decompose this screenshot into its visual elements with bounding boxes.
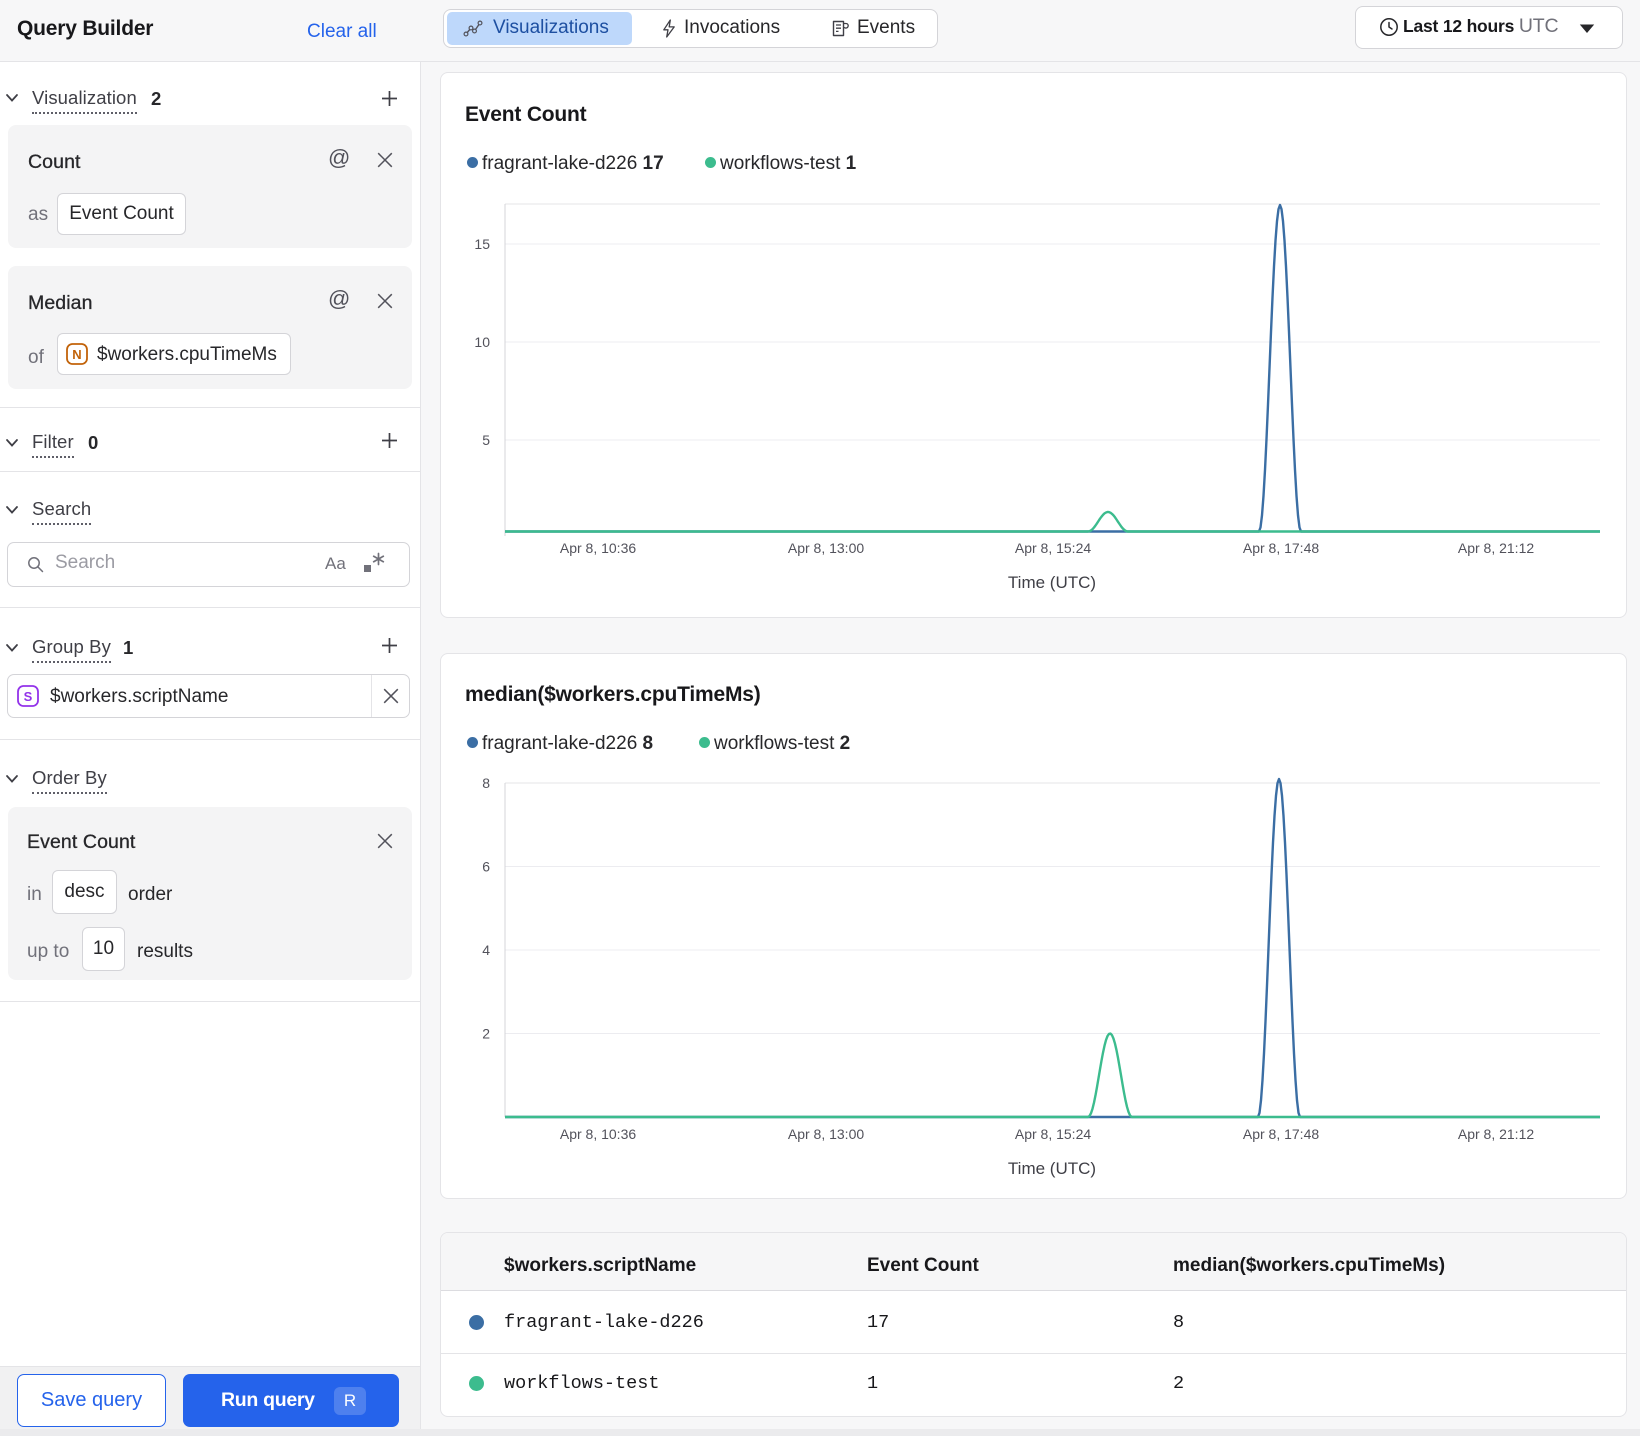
svg-text:Apr 8, 21:12: Apr 8, 21:12	[1458, 540, 1534, 556]
svg-text:Time (UTC): Time (UTC)	[1008, 1159, 1096, 1178]
svg-text:10: 10	[474, 334, 490, 350]
svg-text:Apr 8, 15:24: Apr 8, 15:24	[1015, 540, 1091, 556]
svg-text:4: 4	[482, 942, 490, 958]
svg-text:S: S	[24, 689, 33, 704]
svg-text:Apr 8, 17:48: Apr 8, 17:48	[1243, 1126, 1319, 1142]
svg-text:N: N	[72, 347, 81, 362]
svg-text:Apr 8, 10:36: Apr 8, 10:36	[560, 540, 636, 556]
svg-text:Apr 8, 15:24: Apr 8, 15:24	[1015, 1126, 1091, 1142]
svg-text:Apr 8, 21:12: Apr 8, 21:12	[1458, 1126, 1534, 1142]
svg-text:8: 8	[482, 775, 490, 791]
svg-text:Apr 8, 13:00: Apr 8, 13:00	[788, 540, 864, 556]
svg-text:2: 2	[482, 1026, 490, 1042]
svg-text:5: 5	[482, 432, 490, 448]
svg-text:Time (UTC): Time (UTC)	[1008, 573, 1096, 592]
svg-text:Apr 8, 10:36: Apr 8, 10:36	[560, 1126, 636, 1142]
svg-text:Apr 8, 13:00: Apr 8, 13:00	[788, 1126, 864, 1142]
svg-text:15: 15	[474, 236, 490, 252]
svg-text:6: 6	[482, 859, 490, 875]
svg-text:Apr 8, 17:48: Apr 8, 17:48	[1243, 540, 1319, 556]
